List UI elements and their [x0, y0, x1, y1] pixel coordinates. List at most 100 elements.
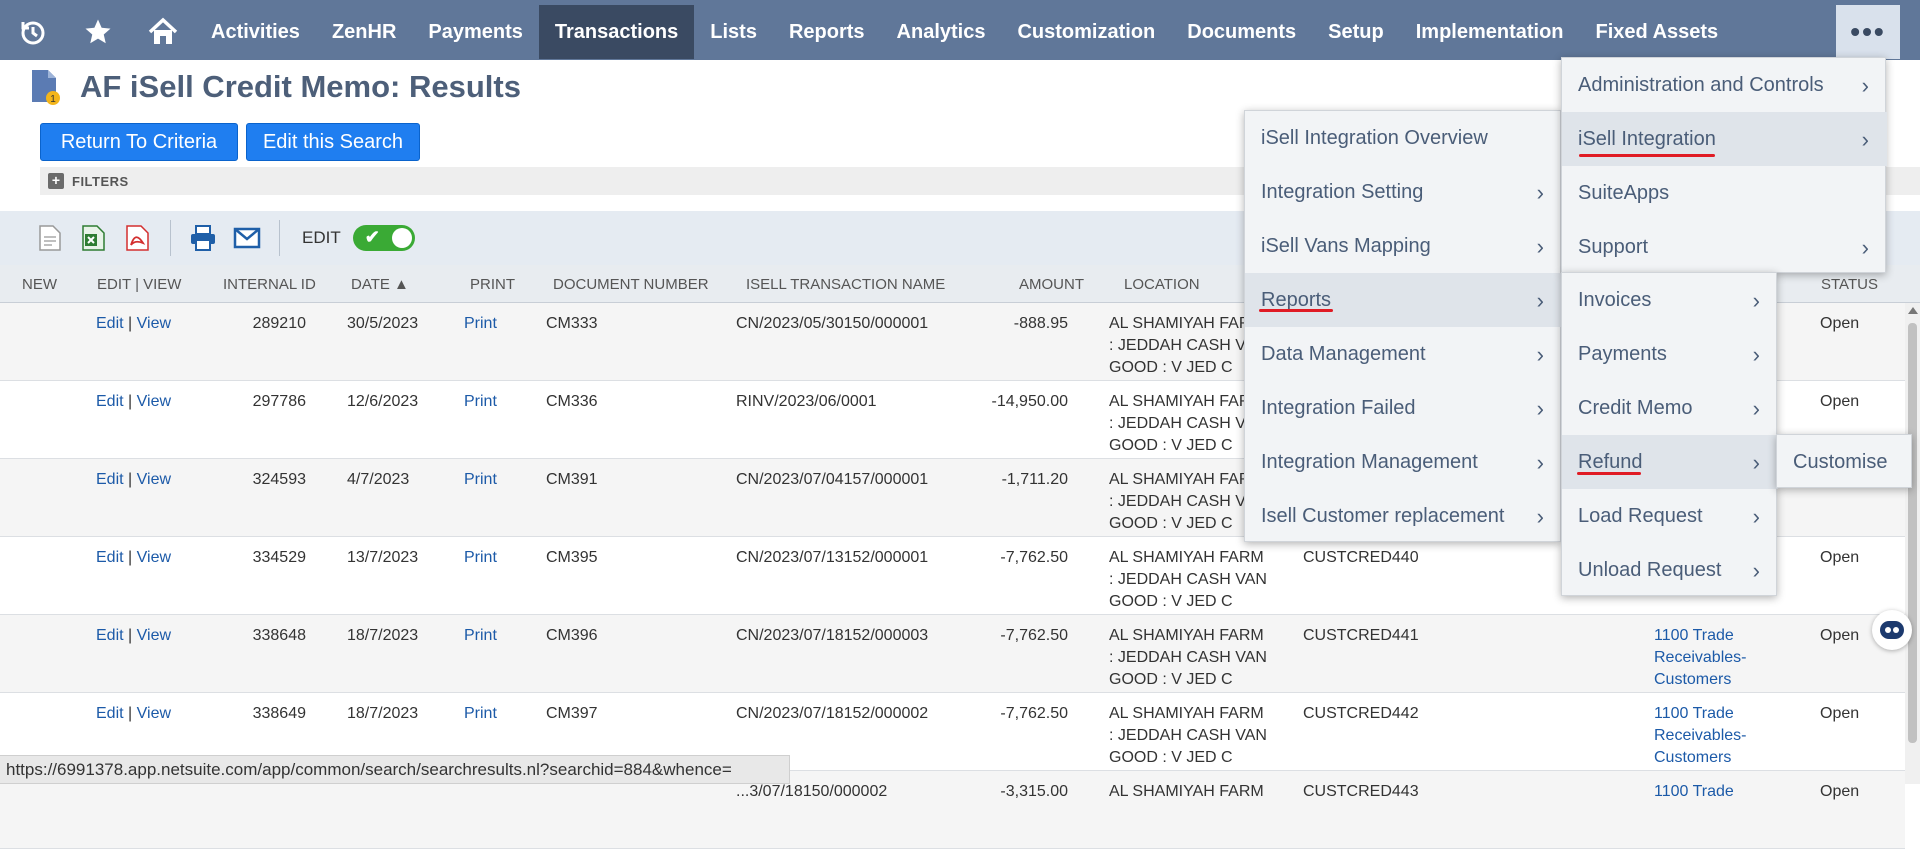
view-link[interactable]: View: [137, 705, 171, 722]
status-cell: Open: [1820, 393, 1860, 410]
col-location[interactable]: LOCATION: [1124, 265, 1200, 303]
menu-administration-and-controls[interactable]: Administration and Controls ›: [1562, 58, 1887, 112]
nav-payments[interactable]: Payments: [412, 5, 539, 59]
return-to-criteria-button[interactable]: Return To Criteria: [40, 123, 238, 161]
view-link[interactable]: View: [137, 549, 171, 566]
col-internal-id[interactable]: INTERNAL ID: [223, 265, 316, 303]
nav-fixed-assets[interactable]: Fixed Assets: [1580, 5, 1735, 59]
export-pdf-icon[interactable]: [116, 221, 160, 255]
edit-link[interactable]: Edit: [96, 627, 124, 644]
account-link[interactable]: 1100 Trade Receivables- Customers: [1654, 625, 1746, 691]
menu-load-request[interactable]: Load Request ›: [1562, 489, 1778, 543]
menu-invoices[interactable]: Invoices ›: [1562, 273, 1778, 327]
edit-link[interactable]: Edit: [96, 471, 124, 488]
amount-cell: -7,762.50: [1000, 705, 1068, 722]
edit-link[interactable]: Edit: [96, 393, 124, 410]
menu-integration-setting[interactable]: Integration Setting ›: [1245, 165, 1562, 219]
recent-history-icon[interactable]: [0, 5, 65, 59]
print-link[interactable]: Print: [464, 391, 497, 413]
menu-isell-customer-replacement[interactable]: Isell Customer replacement ›: [1245, 489, 1562, 543]
document-icon: 1: [32, 70, 60, 105]
col-new[interactable]: NEW: [22, 265, 57, 303]
menu-isell-integration-overview[interactable]: iSell Integration Overview: [1245, 111, 1562, 165]
edit-link[interactable]: Edit: [96, 549, 124, 566]
menu-isell-vans-mapping[interactable]: iSell Vans Mapping ›: [1245, 219, 1562, 273]
nav-documents[interactable]: Documents: [1171, 5, 1312, 59]
view-link[interactable]: View: [137, 315, 171, 332]
view-link[interactable]: View: [137, 471, 171, 488]
view-link[interactable]: View: [137, 627, 171, 644]
favorites-star-icon[interactable]: [65, 5, 130, 59]
menu-reports[interactable]: Reports ›: [1245, 273, 1562, 327]
menu-support[interactable]: Support ›: [1562, 220, 1887, 274]
nav-more-button[interactable]: •••: [1836, 5, 1900, 59]
nav-reports[interactable]: Reports: [773, 5, 881, 59]
edit-mode-toggle[interactable]: ✔: [352, 225, 415, 251]
email-icon[interactable]: [225, 221, 269, 255]
menu-item-label: Refund: [1578, 450, 1643, 473]
menu-credit-memo[interactable]: Credit Memo ›: [1562, 381, 1778, 435]
print-link[interactable]: Print: [464, 313, 497, 335]
scrollbar-thumb[interactable]: [1908, 323, 1917, 743]
account-link[interactable]: 1100 Trade Receivables- Customers: [1654, 703, 1746, 769]
menu-unload-request[interactable]: Unload Request ›: [1562, 543, 1778, 597]
menu-integration-management[interactable]: Integration Management ›: [1245, 435, 1562, 489]
status-cell: Open: [1820, 783, 1860, 800]
chevron-right-icon: ›: [1752, 288, 1760, 313]
home-icon[interactable]: [130, 5, 195, 59]
print-link[interactable]: Print: [464, 703, 497, 725]
nav-transactions[interactable]: Transactions: [538, 5, 695, 59]
view-link[interactable]: View: [137, 393, 171, 410]
col-edit-view[interactable]: EDIT | VIEW: [97, 265, 181, 303]
export-excel-icon[interactable]: [72, 221, 116, 255]
menu-item-label: Credit Memo: [1578, 396, 1693, 419]
col-isell-transaction-name[interactable]: ISELL TRANSACTION NAME: [746, 265, 945, 303]
nav-lists[interactable]: Lists: [694, 5, 773, 59]
expand-plus-icon[interactable]: +: [48, 173, 64, 189]
menu-isell-integration[interactable]: iSell Integration ›: [1562, 112, 1887, 166]
vertical-scrollbar[interactable]: [1905, 303, 1920, 784]
status-cell: Open: [1820, 549, 1860, 566]
export-csv-icon[interactable]: [28, 221, 72, 255]
nav-analytics[interactable]: Analytics: [881, 5, 1002, 59]
print-icon[interactable]: [181, 221, 225, 255]
assistant-bot-icon[interactable]: [1872, 610, 1912, 650]
date-cell: 4/7/2023: [347, 471, 410, 488]
print-link[interactable]: Print: [464, 625, 497, 647]
account-link[interactable]: 1100 Trade: [1654, 781, 1734, 803]
menu-suiteapps[interactable]: SuiteApps: [1562, 166, 1887, 220]
document-number-cell: CM336: [546, 393, 598, 410]
menu-payments[interactable]: Payments ›: [1562, 327, 1778, 381]
nav-setup[interactable]: Setup: [1312, 5, 1400, 59]
col-document-number[interactable]: DOCUMENT NUMBER: [553, 265, 709, 303]
edit-view-links: Edit | View: [96, 547, 171, 569]
chevron-right-icon: ›: [1536, 288, 1544, 313]
edit-link[interactable]: Edit: [96, 705, 124, 722]
edit-view-links: Edit | View: [96, 391, 171, 413]
account-line: 1100 Trade: [1654, 627, 1734, 644]
chevron-right-icon: ›: [1861, 235, 1869, 260]
nav-zenhr[interactable]: ZenHR: [316, 5, 412, 59]
edit-link[interactable]: Edit: [96, 315, 124, 332]
isell-transaction-name-cell: CN/2023/07/18152/000002: [736, 705, 929, 722]
edit-search-button[interactable]: Edit this Search: [246, 123, 420, 161]
menu-refund[interactable]: Refund ›: [1562, 435, 1778, 489]
col-print[interactable]: PRINT: [470, 265, 515, 303]
amount-cell: -7,762.50: [1000, 549, 1068, 566]
nav-activities[interactable]: Activities: [195, 5, 316, 59]
internal-id-cell: 297786: [252, 393, 306, 410]
account-line: Receivables-: [1654, 727, 1747, 744]
menu-integration-failed[interactable]: Integration Failed ›: [1245, 381, 1562, 435]
separator: |: [123, 705, 137, 722]
location-line: GOOD : V JED C: [1109, 671, 1233, 688]
date-cell: 18/7/2023: [347, 705, 419, 722]
menu-customise[interactable]: Customise: [1777, 435, 1913, 489]
col-amount[interactable]: AMOUNT: [1019, 265, 1084, 303]
menu-data-management[interactable]: Data Management ›: [1245, 327, 1562, 381]
scroll-up-arrow-icon[interactable]: [1908, 307, 1918, 314]
col-date[interactable]: DATE ▲: [351, 265, 409, 303]
print-link[interactable]: Print: [464, 469, 497, 491]
nav-customization[interactable]: Customization: [1001, 5, 1171, 59]
print-link[interactable]: Print: [464, 547, 497, 569]
nav-implementation[interactable]: Implementation: [1400, 5, 1580, 59]
